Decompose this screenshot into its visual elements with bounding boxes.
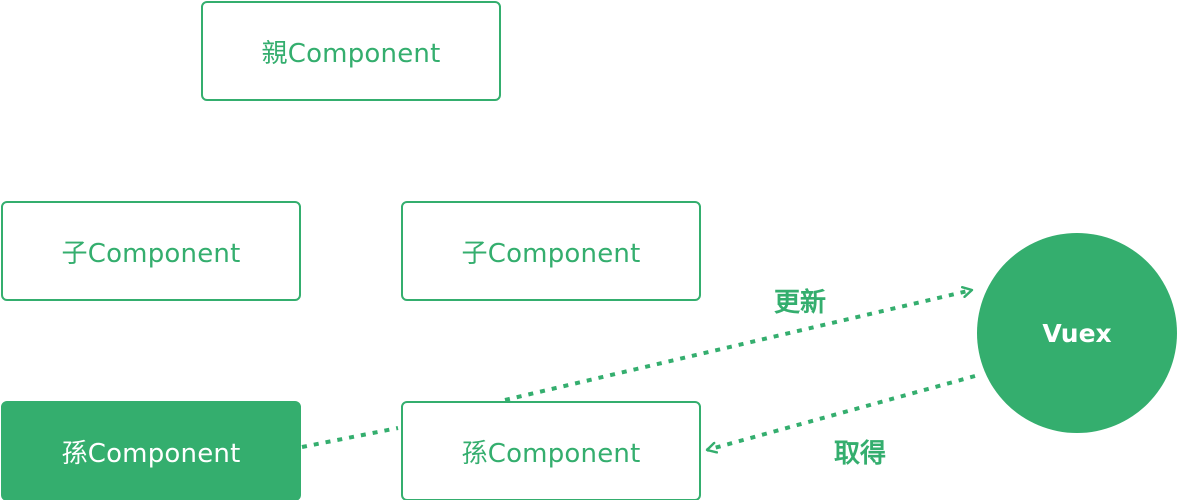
- update-arrow: [504, 290, 972, 402]
- parent-component-node: 親Component: [201, 1, 501, 101]
- grandchild-link-line: [301, 426, 399, 449]
- grandchild-component-node: 孫Component: [401, 401, 701, 500]
- fetch-edge-label: 取得: [834, 439, 887, 469]
- child-component-node-left: 子Component: [1, 201, 301, 301]
- component-diagram: 親Component 子Component 子Component 孫Compon…: [0, 0, 1177, 500]
- grandchild-component-node-highlighted: 孫Component: [1, 401, 301, 500]
- update-edge-label: 更新: [774, 288, 827, 318]
- child-component-node-right: 子Component: [401, 201, 701, 301]
- vuex-store-node: Vuex: [977, 233, 1177, 433]
